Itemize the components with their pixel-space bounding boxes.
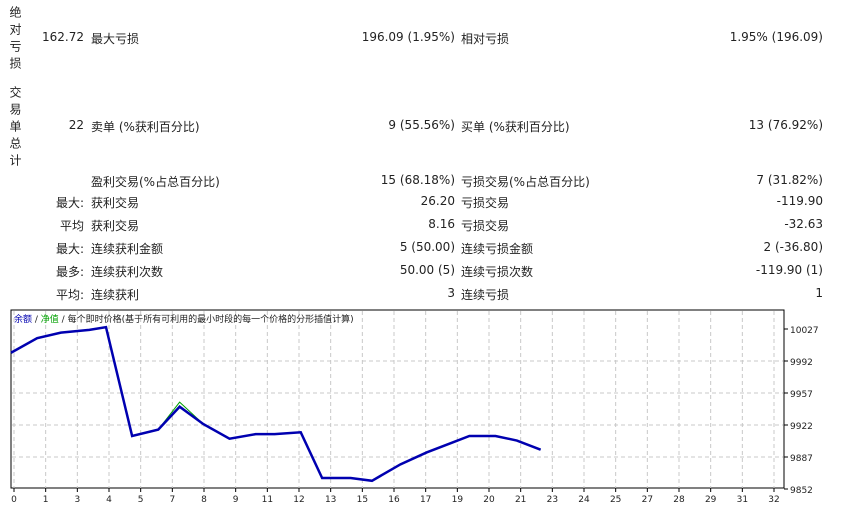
row-prefix: 162.72 (42, 30, 84, 44)
plot-frame (10, 309, 785, 489)
metric-value: 50.00 (5) (399, 263, 455, 277)
stats-row: 盈利交易(%占总百分比) 15 (68.18%) 亏损交易(%占总百分比) 7 (31… (0, 173, 842, 189)
balance-equity-chart: 0 1 3 4 5 7 8 9 11 12 13 15 16 17 19 20 21 23 24 25 27 28 29 31… (10, 309, 819, 505)
x-tick-label: 12 (293, 495, 304, 505)
stats-row: 最多: 连续获利次数 50.00 (5) 连续亏损次数 -119.90 (1) (0, 263, 842, 279)
x-tick-label: 21 (515, 495, 526, 505)
stats-row: 22 卖单 (%获利百分比) 9 (55.56%) 买单 (%获利百分比) 13 (76… (0, 118, 842, 134)
row-prefix: 22 (68, 118, 84, 132)
x-tick-label: 1 (43, 495, 49, 505)
metric-value: 13 (76.92%) (748, 118, 823, 132)
x-tick-label: 20 (483, 495, 495, 505)
row-prefix: 平均 (59, 219, 84, 233)
metric-label: 连续获利金额 (91, 242, 164, 256)
metric-label: 亏损交易 (461, 196, 510, 210)
legend-separator: / (59, 315, 68, 325)
legend-balance: 余额 (14, 313, 32, 325)
metric-label: 买单 (%获利百分比) (461, 120, 570, 134)
y-tick-label: 10027 (790, 326, 819, 336)
y-tick-label: 9887 (790, 454, 813, 464)
x-tick-label: 17 (420, 495, 431, 505)
x-tick-label: 5 (138, 495, 144, 505)
x-tick-label: 15 (357, 495, 368, 505)
x-tick-label: 16 (388, 495, 400, 505)
metric-label: 获利交易 (91, 219, 140, 233)
metric-value: 5 (50.00) (399, 240, 455, 254)
y-tick-label: 9852 (790, 486, 813, 496)
x-tick-label: 13 (325, 495, 336, 505)
x-tick-label: 25 (610, 495, 621, 505)
metric-label: 盈利交易(%占总百分比) (91, 175, 220, 189)
legend-description: 每个即时价格(基于所有可利用的最小时段的每一个价格的分形插值计算) (68, 313, 354, 325)
metric-label: 连续亏损次数 (461, 265, 534, 279)
stats-row: 最大: 获利交易 26.20 亏损交易 -119.90 (0, 194, 842, 210)
metric-label: 连续获利次数 (91, 265, 164, 279)
x-tick-label: 4 (106, 495, 112, 505)
stats-row: 最大: 连续获利金额 5 (50.00) 连续亏损金额 2 (-36.80) (0, 240, 842, 256)
metric-value: 1.95% (196.09) (729, 30, 823, 44)
metric-value: 15 (68.18%) (380, 173, 455, 187)
metric-label: 亏损交易(%占总百分比) (461, 175, 590, 189)
x-tick-label: 11 (262, 495, 273, 505)
metric-value: 1 (815, 286, 823, 300)
x-tick-label: 32 (768, 495, 779, 505)
row-prefix: 最大: (55, 242, 84, 256)
metric-value: -32.63 (784, 217, 823, 231)
metric-value: 3 (447, 286, 455, 300)
metric-value: 196.09 (1.95%) (361, 30, 455, 44)
metric-label: 获利交易 (91, 196, 140, 210)
metric-label: 最大亏损 (91, 32, 140, 46)
metric-value: 9 (55.56%) (388, 118, 455, 132)
x-tick-label: 8 (201, 495, 207, 505)
metric-value: -119.90 (776, 194, 823, 208)
metric-label: 相对亏损 (461, 32, 510, 46)
x-tick-label: 29 (705, 495, 717, 505)
y-tick-label: 9957 (790, 390, 813, 400)
metric-value: 26.20 (420, 194, 455, 208)
y-tick-label: 9922 (790, 422, 813, 432)
x-tick-label: 27 (642, 495, 653, 505)
metric-value: 7 (31.82%) (756, 173, 823, 187)
x-tick-label: 31 (737, 495, 748, 505)
legend-equity: 净值 (41, 313, 59, 325)
y-tick-label: 9992 (790, 358, 813, 368)
row-prefix: 最大: (55, 196, 84, 210)
metric-label: 卖单 (%获利百分比) (91, 120, 200, 134)
row-prefix: 最多: (55, 265, 84, 279)
metric-value: -119.90 (1) (755, 263, 823, 277)
x-tick-label: 23 (547, 495, 558, 505)
x-tick-label: 19 (452, 495, 464, 505)
stats-row: 162.72 最大亏损 196.09 (1.95%) 相对亏损 1.95% (196.0… (0, 30, 842, 46)
x-tick-label: 0 (11, 495, 17, 505)
stats-row: 平均 获利交易 8.16 亏损交易 -32.63 (0, 217, 842, 233)
metric-value: 8.16 (428, 217, 455, 231)
x-tick-label: 28 (673, 495, 685, 505)
x-tick-label: 9 (233, 495, 239, 505)
x-tick-label: 3 (74, 495, 80, 505)
metric-label: 连续亏损金额 (461, 242, 534, 256)
x-tick-label: 24 (578, 495, 590, 505)
metric-value: 2 (-36.80) (763, 240, 824, 254)
chart-legend: 余额 / 净值 / 每个即时价格(基于所有可利用的最小时段的每一个价格的分形插值… (14, 313, 354, 325)
metric-label: 亏损交易 (461, 219, 510, 233)
x-tick-label: 7 (169, 495, 175, 505)
legend-separator: / (32, 315, 41, 325)
